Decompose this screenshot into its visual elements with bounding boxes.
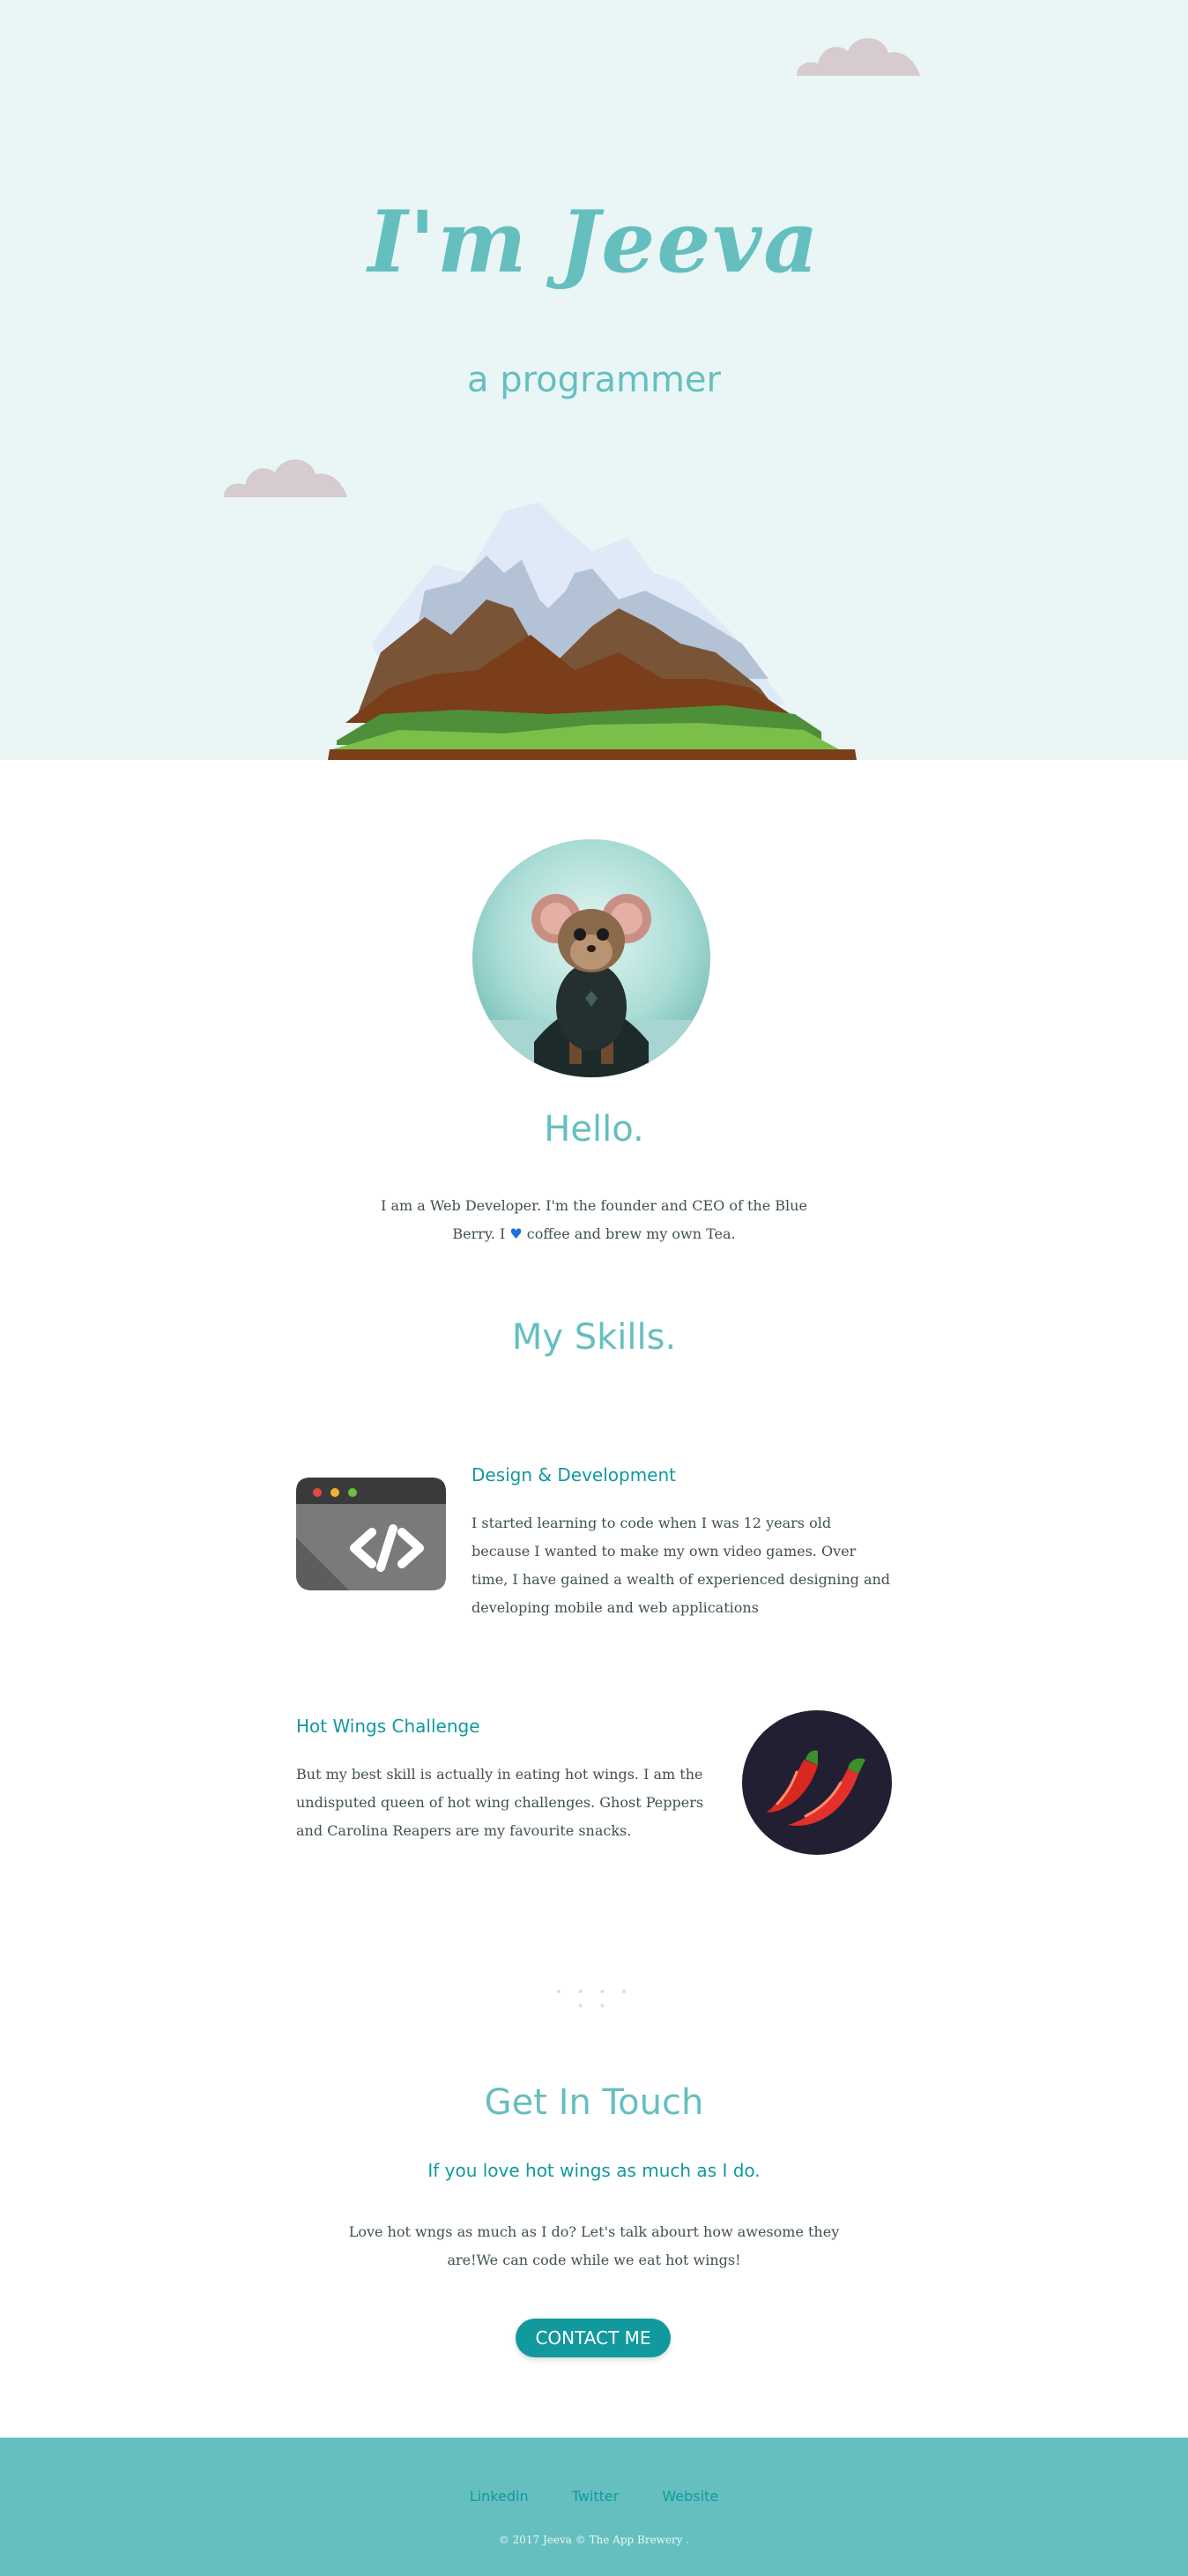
contact-text: Love hot wngs as much as I do? Let's tal… <box>348 2223 840 2268</box>
skill-text-hot-wings: But my best skill is actually in eating … <box>296 1766 704 1839</box>
skill-title-design: Design & Development <box>471 1464 677 1485</box>
skills-heading: My Skills. <box>511 1317 677 1358</box>
copyright-text: © 2017 Jeeva © The App Brewery . <box>498 2534 690 2546</box>
hero-subtitle: a programmer <box>467 360 721 400</box>
footer: Linkedin Twitter Website © 2017 Jeeva © … <box>0 2438 1188 2576</box>
contact-me-button[interactable]: CONTACT ME <box>516 2319 671 2357</box>
footer-link-linkedin[interactable]: Linkedin <box>470 2488 529 2505</box>
skill-title-hot-wings: Hot Wings Challenge <box>296 1716 480 1737</box>
cloud-left-icon <box>224 459 347 497</box>
mountain-illustration <box>328 503 857 760</box>
chili-pepper-icon <box>742 1710 892 1855</box>
footer-links: Linkedin Twitter Website <box>0 2488 1188 2505</box>
code-window-icon <box>296 1478 446 1590</box>
contact-heading: Get In Touch <box>484 2082 704 2123</box>
heart-icon: ♥ <box>509 1225 523 1242</box>
intro-text-after: coffee and brew my own Tea. <box>522 1225 736 1242</box>
profile-avatar <box>472 839 710 1077</box>
intro-text: I am a Web Developer. I'm the founder an… <box>374 1192 814 1248</box>
skill-text-design: I started learning to code when I was 12… <box>471 1515 891 1616</box>
contact-subheading: If you love hot wings as much as I do. <box>427 2160 761 2181</box>
hero-title: I'm Jeeva <box>368 192 820 292</box>
cloud-top-icon <box>797 38 920 76</box>
section-divider: • • • • • • <box>554 1985 634 2014</box>
hello-heading: Hello. <box>544 1109 644 1150</box>
footer-link-twitter[interactable]: Twitter <box>572 2488 620 2505</box>
footer-link-website[interactable]: Website <box>662 2488 718 2505</box>
hero-section: I'm Jeeva a programmer <box>0 0 1188 760</box>
